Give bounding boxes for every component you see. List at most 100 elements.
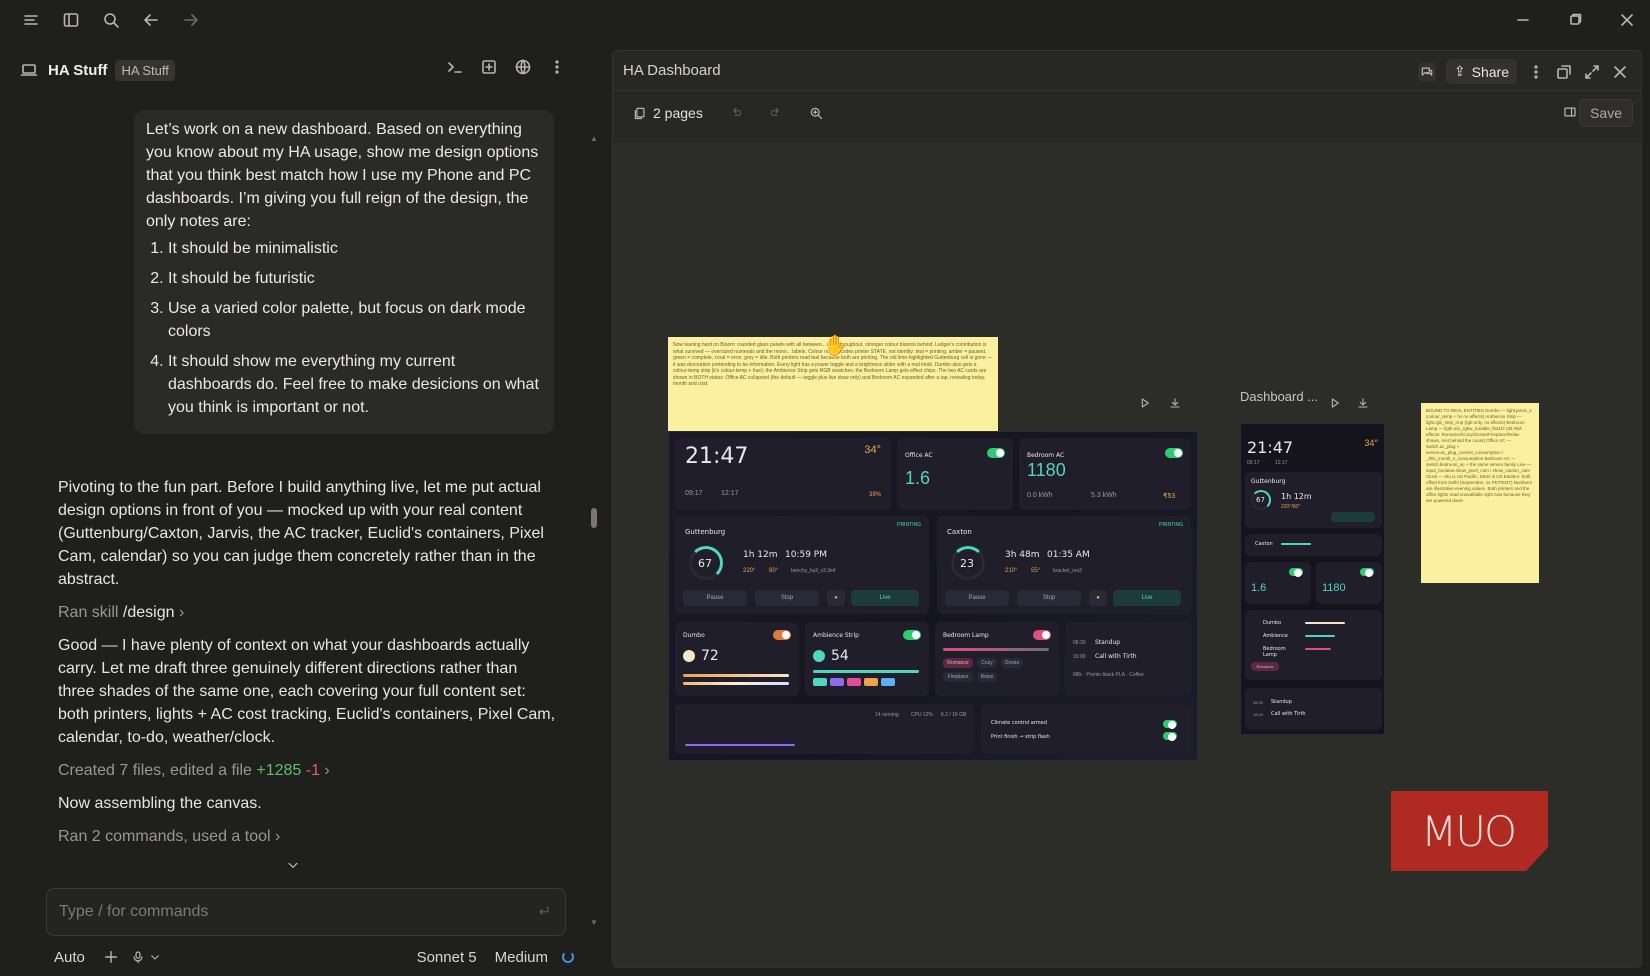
printer-name: Guttenburg xyxy=(1251,478,1286,485)
frame-label[interactable]: Dashboard ... xyxy=(1240,389,1318,404)
brightness-slider[interactable] xyxy=(943,648,1049,651)
pages-icon xyxy=(633,106,647,120)
ac-toggle[interactable] xyxy=(1289,568,1303,577)
preview-title: HA Dashboard xyxy=(623,62,721,79)
undo-icon[interactable] xyxy=(729,106,743,120)
chat-scrollbar[interactable]: ▲ ▼ xyxy=(590,134,598,928)
enter-icon[interactable] xyxy=(537,904,551,918)
more-options-icon[interactable] xyxy=(1527,63,1545,81)
sidebar-toggle-icon[interactable] xyxy=(62,11,80,29)
restore-icon[interactable] xyxy=(1566,11,1584,29)
skill-run-row[interactable]: Ran skill /design › xyxy=(58,601,558,624)
layout-toggle-icon[interactable] xyxy=(1563,105,1577,119)
watermark-text: MUO xyxy=(1421,807,1517,856)
comments-icon[interactable] xyxy=(1417,62,1436,81)
printer-name: Caxton xyxy=(1255,541,1273,547)
scene-chip[interactable]: Ocean xyxy=(1001,658,1023,668)
scroll-down-arrow-icon[interactable]: ▼ xyxy=(590,918,598,927)
terminal-icon[interactable] xyxy=(446,58,464,76)
pages-count[interactable]: 2 pages xyxy=(653,105,703,121)
automation-toggle[interactable] xyxy=(1163,732,1177,741)
pause-button[interactable]: Pause xyxy=(945,590,1009,606)
scene-chip[interactable]: Romance xyxy=(943,658,973,668)
live-cam-button[interactable] xyxy=(1331,512,1375,522)
design-canvas[interactable]: Now leaning hard on Bloom: rounded glass… xyxy=(613,143,1641,967)
close-window-icon[interactable] xyxy=(1618,11,1636,29)
search-icon[interactable] xyxy=(102,11,120,29)
download-icon[interactable] xyxy=(1169,397,1181,409)
live-cam-button[interactable]: Live xyxy=(1113,590,1181,606)
scroll-up-arrow-icon[interactable]: ▲ xyxy=(590,134,598,143)
play-icon[interactable] xyxy=(1329,397,1341,409)
download-icon[interactable] xyxy=(1357,397,1369,409)
printer-card-caxton: Caxton PRINTING 23 3h 48m 01:35 AM 210° … xyxy=(937,516,1191,614)
bedroom-ac-toggle[interactable] xyxy=(1165,448,1183,458)
project-badge[interactable]: HA Stuff xyxy=(115,59,175,81)
scene-chip[interactable]: Cozy xyxy=(977,658,997,668)
brightness-slider[interactable] xyxy=(813,670,919,673)
zoom-icon[interactable] xyxy=(809,106,823,120)
light-toggle[interactable] xyxy=(1033,630,1051,640)
files-summary-row[interactable]: Created 7 files, edited a file +1285 -1 … xyxy=(58,759,558,782)
commands-summary-row[interactable]: Ran 2 commands, used a tool › xyxy=(58,825,558,848)
dashboard-frame-desktop[interactable]: 21:47 34° 09:17 12:17 39% Office AC 1.6 … xyxy=(668,431,1198,761)
back-arrow-icon[interactable] xyxy=(142,11,160,29)
light-button[interactable]: ● xyxy=(827,590,845,606)
minimize-icon[interactable] xyxy=(1514,11,1532,29)
brightness-slider[interactable] xyxy=(1305,622,1345,624)
microphone-icon[interactable] xyxy=(131,950,145,964)
chat-messages[interactable]: Let’s work on a new dashboard. Based on … xyxy=(0,104,600,874)
sticky-note[interactable]: BOUND TO REAL ENTITIES Dumbo — light.jar… xyxy=(1421,403,1539,583)
share-button[interactable]: ⇪ Share xyxy=(1445,59,1517,84)
ac-value: 1.6 xyxy=(1251,582,1267,594)
ac-toggle[interactable] xyxy=(1360,568,1374,577)
share-button-label: Share xyxy=(1471,63,1509,80)
scroll-down-icon[interactable] xyxy=(286,858,300,872)
input-options-bar: Auto Sonnet 5 Medium xyxy=(54,946,574,968)
brightness-slider[interactable] xyxy=(683,674,789,677)
stop-button[interactable]: Stop xyxy=(1017,590,1081,606)
close-panel-icon[interactable] xyxy=(1611,63,1629,81)
live-cam-button[interactable]: Live xyxy=(851,590,919,606)
preview-panel: HA Dashboard ⇪ Share 2 pages Save Now lea… xyxy=(612,50,1642,968)
light-toggle[interactable] xyxy=(903,630,921,640)
printer-name: Caxton xyxy=(947,528,972,536)
chevron-right-icon: › xyxy=(275,828,281,845)
light-button[interactable]: ● xyxy=(1089,590,1107,606)
scene-chip[interactable]: Relax xyxy=(977,672,997,682)
globe-icon[interactable] xyxy=(514,58,532,76)
user-message: Let’s work on a new dashboard. Based on … xyxy=(134,110,554,434)
rgb-swatches[interactable] xyxy=(813,678,895,686)
model-selector[interactable]: Sonnet 5 xyxy=(417,949,477,966)
add-icon[interactable] xyxy=(103,949,119,965)
stop-button[interactable]: Stop xyxy=(755,590,819,606)
printer-name: Guttenburg xyxy=(685,528,726,536)
color-temp-strip[interactable] xyxy=(683,682,789,685)
automation-toggle[interactable] xyxy=(1163,720,1177,729)
light-toggle[interactable] xyxy=(773,630,791,640)
redo-icon[interactable] xyxy=(769,106,783,120)
play-icon[interactable] xyxy=(1139,397,1151,409)
pause-button[interactable]: Pause xyxy=(683,590,747,606)
chevron-down-icon[interactable] xyxy=(149,951,161,963)
brightness-slider[interactable] xyxy=(1305,635,1335,637)
scene-chip[interactable]: Romance xyxy=(1251,662,1279,671)
command-input[interactable]: Type / for commands xyxy=(46,888,566,936)
effort-selector[interactable]: Medium xyxy=(495,949,548,966)
office-ac-toggle[interactable] xyxy=(987,448,1005,458)
mode-selector[interactable]: Auto xyxy=(54,949,85,966)
brightness-slider[interactable] xyxy=(1305,648,1331,650)
forward-arrow-icon[interactable] xyxy=(182,11,200,29)
more-options-icon[interactable] xyxy=(548,58,566,76)
expand-icon[interactable] xyxy=(1583,63,1601,81)
lights-card: Dumbo Ambience Bedroom Lamp Romance xyxy=(1245,610,1382,680)
scrollbar-thumb[interactable] xyxy=(591,508,597,528)
light-card-dumbo: Dumbo 72 xyxy=(675,622,799,696)
cpu-usage: CPU 12% xyxy=(911,712,933,718)
preview-panel-icon[interactable] xyxy=(480,58,498,76)
scene-chip[interactable]: Fireplace xyxy=(943,672,973,682)
menu-icon[interactable] xyxy=(22,11,40,29)
popout-icon[interactable] xyxy=(1555,63,1573,81)
save-button[interactable]: Save xyxy=(1579,99,1633,127)
dashboard-frame-phone[interactable]: 21:47 34° 09:17 12:17 Guttenburg 67 1h 1… xyxy=(1240,423,1385,735)
